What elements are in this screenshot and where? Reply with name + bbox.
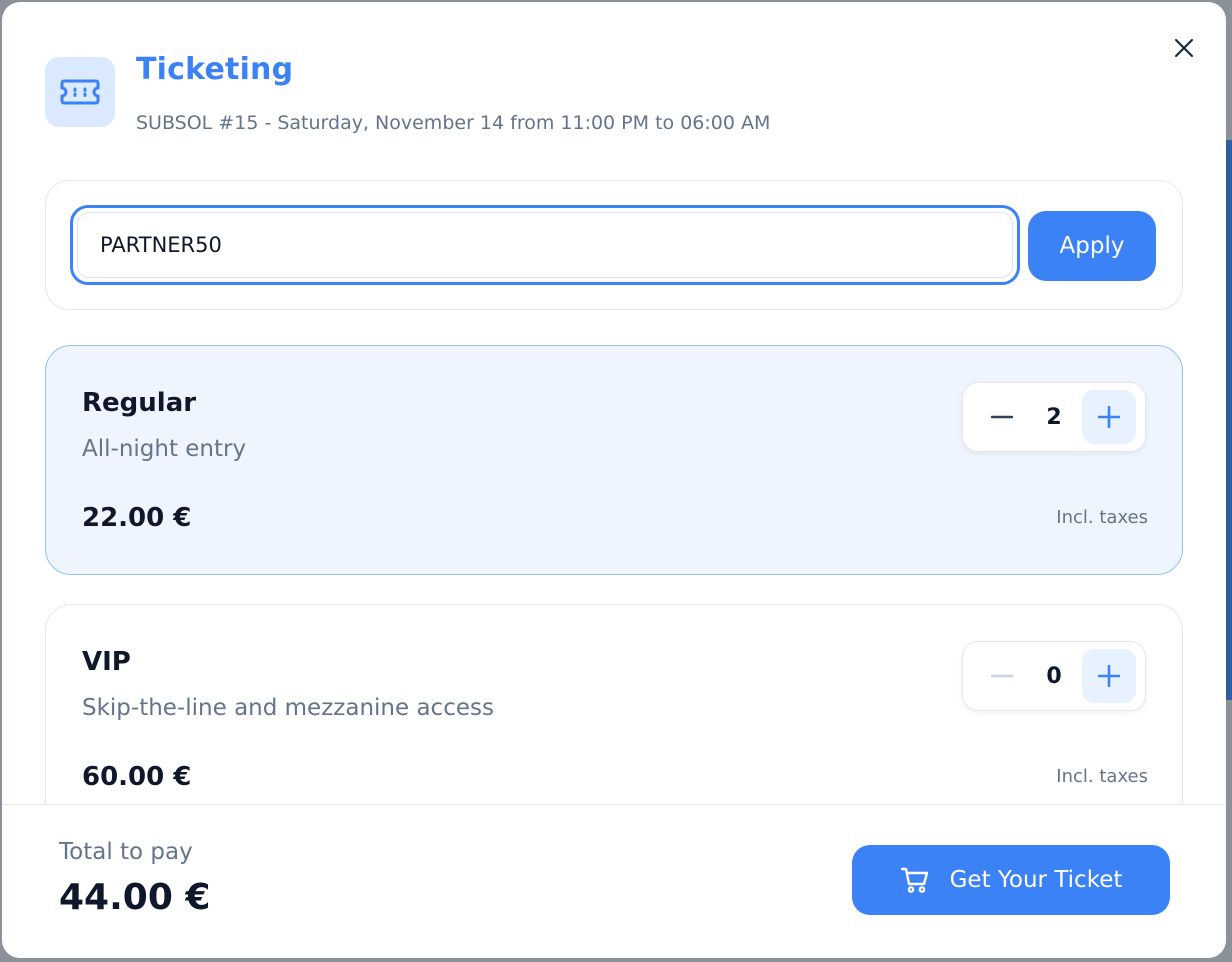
plus-icon [1098,406,1120,428]
quantity-value: 0 [1046,663,1062,689]
close-icon [1174,38,1194,58]
ticket-name: Regular [82,388,197,418]
modal-title: Ticketing [136,52,294,87]
total-label: Total to pay [59,839,193,865]
ticket-name: VIP [82,647,131,677]
get-ticket-button[interactable]: Get Your Ticket [852,845,1170,915]
ticket-price: 60.00 € [82,762,192,792]
ticket-card-regular[interactable]: Regular All-night entry 22.00 € Incl. ta… [45,345,1183,575]
ticket-icon [60,79,100,105]
promo-code-input[interactable] [77,212,1013,278]
quantity-stepper: 0 [962,641,1146,711]
total-amount: 44.00 € [59,877,211,918]
plus-icon [1098,665,1120,687]
checkout-footer: Total to pay 44.00 € Get Your Ticket [2,804,1226,958]
get-ticket-label: Get Your Ticket [949,867,1123,893]
tax-note: Incl. taxes [1056,507,1148,528]
promo-code-section: Apply [45,180,1183,310]
ticket-description: Skip-the-line and mezzanine access [82,695,494,721]
cart-icon [900,867,928,893]
decrease-button[interactable] [977,391,1027,443]
promo-input-focus-ring [70,205,1020,285]
event-subtitle: SUBSOL #15 - Saturday, November 14 from … [136,112,771,134]
increase-button[interactable] [1082,390,1136,444]
ticketing-modal: Ticketing SUBSOL #15 - Saturday, Novembe… [2,2,1226,958]
minus-icon [991,415,1013,419]
increase-button[interactable] [1082,649,1136,703]
minus-icon [991,674,1013,678]
decrease-button[interactable] [977,650,1027,702]
backdrop-edge [1226,140,1232,700]
quantity-stepper: 2 [962,382,1146,452]
apply-button[interactable]: Apply [1028,211,1156,281]
quantity-value: 2 [1046,404,1062,430]
tax-note: Incl. taxes [1056,766,1148,787]
close-button[interactable] [1170,34,1198,62]
ticket-icon-badge [45,57,115,127]
ticket-description: All-night entry [82,436,247,462]
ticket-price: 22.00 € [82,503,192,533]
